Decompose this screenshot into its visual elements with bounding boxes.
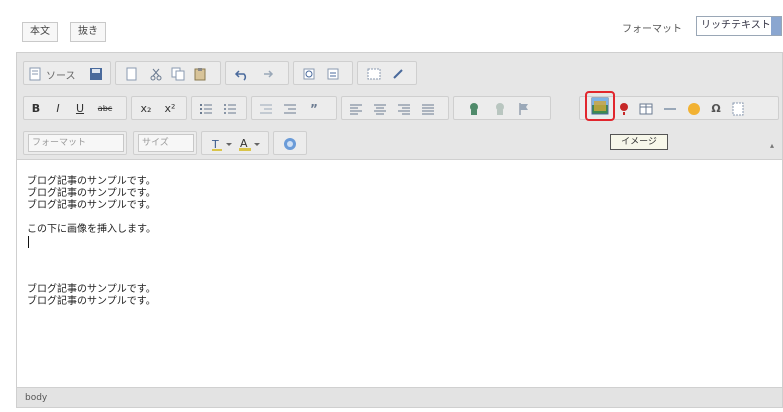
source-icon[interactable] [28,66,44,82]
ordered-list-icon[interactable] [198,101,214,117]
tab-excerpt[interactable]: 抜き [70,22,106,42]
italic-button[interactable]: I [50,101,66,117]
special-char-icon[interactable]: Ω [708,101,724,117]
undo-icon[interactable] [234,66,250,82]
anchor-icon[interactable] [516,101,532,117]
editor-content[interactable]: ブログ記事のサンプルです。 ブログ記事のサンプルです。 ブログ記事のサンプルです… [17,160,782,388]
format-combo[interactable]: フォーマット [28,134,124,152]
content-line: ブログ記事のサンプルです。 [27,176,156,187]
format-combo-label: フォーマット [32,138,87,148]
toolbar-group-indent: ” [251,96,337,120]
format-select[interactable]: リッチテキスト [696,16,782,36]
toolbar-group-size-combo: サイズ [133,131,197,155]
outdent-icon[interactable] [258,101,274,117]
toolbar-group-lists [191,96,247,120]
align-left-icon[interactable] [348,101,364,117]
rich-text-editor: ソース B I U abc x₂ x² ” Ω フォーマット サイズ T A イ… [16,52,783,408]
new-page-icon[interactable] [124,66,140,82]
subscript-button[interactable]: x₂ [138,101,154,117]
toolbar-group-find [293,61,353,85]
format-label: フォーマット [622,24,682,35]
select-all-icon[interactable] [366,66,382,82]
smiley-icon[interactable] [686,101,702,117]
toolbar-group-colors: T A [201,131,269,155]
size-combo[interactable]: サイズ [138,134,194,152]
save-icon[interactable] [88,66,104,82]
cut-icon[interactable] [148,66,164,82]
align-center-icon[interactable] [372,101,388,117]
element-path[interactable]: body [25,393,47,403]
maximize-icon[interactable] [282,136,298,152]
toolbar-group-script: x₂ x² [131,96,187,120]
bold-button[interactable]: B [28,101,44,117]
toolbar-group-document: ソース [23,61,111,85]
flash-icon[interactable] [616,101,632,117]
content-insert-line: この下に画像を挿入します。 [27,224,156,235]
content-line: ブログ記事のサンプルです。 [27,296,156,307]
underline-button[interactable]: U [72,101,88,117]
image-button-highlight [585,91,615,121]
text-caret [28,236,29,248]
text-color-icon[interactable]: T [210,136,234,152]
editor-toolbar: ソース B I U abc x₂ x² ” Ω フォーマット サイズ T A イ… [17,53,782,160]
size-combo-label: サイズ [142,138,169,148]
unordered-list-icon[interactable] [222,101,238,117]
content-line: ブログ記事のサンプルです。 [27,188,156,199]
toolbar-group-basic-styles: B I U abc [23,96,127,120]
toolbar-group-select [357,61,417,85]
content-line: ブログ記事のサンプルです。 [27,284,156,295]
toolbar-group-tools [273,131,307,155]
redo-icon[interactable] [258,66,274,82]
tab-main[interactable]: 本文 [22,22,58,42]
strikethrough-button[interactable]: abc [94,101,116,117]
remove-format-icon[interactable] [390,66,406,82]
toolbar-group-format-combo: フォーマット [23,131,127,155]
link-icon[interactable] [466,101,482,117]
page-break-icon[interactable] [730,101,746,117]
source-button-label[interactable]: ソース [46,67,76,82]
toolbar-group-align [341,96,449,120]
copy-icon[interactable] [170,66,186,82]
horizontal-rule-icon[interactable] [662,101,678,117]
unlink-icon[interactable] [492,101,508,117]
blockquote-icon[interactable]: ” [306,101,322,117]
toolbar-group-undo [225,61,289,85]
replace-icon[interactable] [326,66,342,82]
bg-color-icon[interactable]: A [238,136,262,152]
image-tooltip: イメージ [610,134,668,150]
editor-statusbar: body [17,387,782,407]
align-justify-icon[interactable] [420,101,436,117]
chevron-down-icon [771,17,781,35]
find-icon[interactable] [302,66,318,82]
toolbar-collapse-icon[interactable]: ▴ [770,142,776,150]
toolbar-group-links [453,96,551,120]
format-select-value: リッチテキスト [701,20,771,31]
toolbar-group-clipboard [115,61,221,85]
superscript-button[interactable]: x² [162,101,178,117]
align-right-icon[interactable] [396,101,412,117]
paste-icon[interactable] [192,66,208,82]
indent-icon[interactable] [282,101,298,117]
content-line: ブログ記事のサンプルです。 [27,200,156,211]
table-icon[interactable] [638,101,654,117]
